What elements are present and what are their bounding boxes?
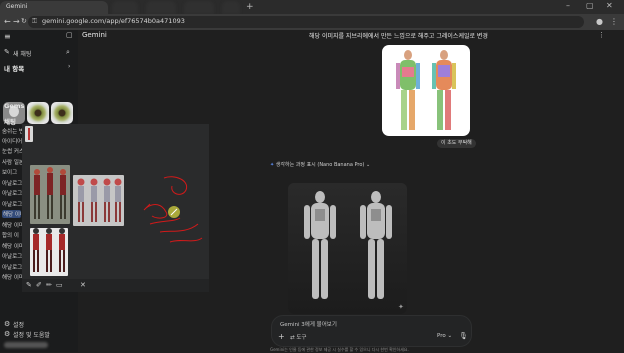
settings-icon: ⚙ xyxy=(4,320,11,328)
character-figures-image xyxy=(34,167,66,219)
help-icon: ⚙ xyxy=(4,330,11,338)
generated-image[interactable]: ✦ xyxy=(288,183,407,314)
new-tab-icon[interactable]: + xyxy=(246,2,254,12)
main-header: Gemini 해당 이미지를 지브리에에서 만든 느낌으로 해주고 그레이스케일… xyxy=(78,30,624,42)
reference-thumb-small xyxy=(25,126,33,142)
conversation-item[interactable]: 아이디어 xyxy=(2,137,22,145)
sparkle-watermark-icon: ✦ xyxy=(398,303,404,311)
browser-menu-icon[interactable]: ⋮ xyxy=(610,17,618,26)
tab-5[interactable] xyxy=(222,1,240,14)
conversation-item[interactable]: 사람 일본 xyxy=(2,158,22,166)
conversation-item[interactable]: 아날로그 xyxy=(2,252,22,260)
add-attachment-icon[interactable]: + xyxy=(278,332,285,341)
tab-gemini-title: Gemini xyxy=(6,3,28,10)
app-title[interactable]: Gemini xyxy=(82,31,107,39)
account-info xyxy=(4,342,48,348)
overlay-toolbar: ✎ ✐ ✏ ▭ ✕ xyxy=(22,279,209,292)
chevron-down-icon: ⌄ xyxy=(447,333,453,339)
user-message-chip[interactable]: 이 초도 부탁해 xyxy=(437,139,476,148)
conversation-item[interactable]: 해당 이미 xyxy=(2,273,22,281)
pen-tool-icon[interactable]: ✎ xyxy=(26,281,32,289)
more-options-icon[interactable]: ⋮ xyxy=(598,31,605,39)
prompt-composer[interactable]: Gemini 3에게 물어보기 + ⇄ 도구 Pro ⌄ 🎙 xyxy=(271,315,472,347)
gems-chevron-icon[interactable]: › xyxy=(68,102,70,109)
chevron-right-icon[interactable]: › xyxy=(68,63,70,70)
conversation-item[interactable]: 아날로그 xyxy=(2,189,22,197)
annotation-overlay[interactable]: ✎ ✐ ✏ ▭ ✕ xyxy=(22,124,209,292)
forward-icon[interactable]: → xyxy=(13,17,20,26)
tools-label: 도구 xyxy=(296,335,307,341)
tab-4[interactable] xyxy=(184,1,214,14)
grayscale-anatomy-figures: ✦ xyxy=(288,183,407,314)
close-overlay-icon[interactable]: ✕ xyxy=(80,281,86,289)
chats-heading: 채팅 xyxy=(4,118,16,126)
marker-tool-icon[interactable]: ✐ xyxy=(36,281,42,289)
settings-link[interactable]: 설정 xyxy=(13,320,24,329)
conversation-item[interactable]: 아날로그 xyxy=(2,200,22,208)
chat-title[interactable]: 해당 이미지를 지브리에에서 만든 느낌으로 해주고 그레이스케일로 변경 xyxy=(309,31,488,40)
conversation-item-selected[interactable]: 해당 이미 xyxy=(2,210,21,218)
model-thinking-toggle[interactable]: ✦ 생각하는 과정 표시 (Nano Banana Pro) ⌄ xyxy=(270,161,370,168)
conversation-item[interactable]: 보이그 xyxy=(2,168,22,176)
tab-3[interactable] xyxy=(146,1,176,14)
my-items-heading[interactable]: 내 항목 xyxy=(4,63,24,73)
character-sheet-1 xyxy=(30,165,70,224)
search-icon[interactable]: ⌕ xyxy=(66,48,70,57)
conversation-item[interactable]: 아날로그 xyxy=(2,263,22,271)
menu-icon[interactable]: ≡ xyxy=(4,32,11,41)
prompt-input[interactable]: Gemini 3에게 물어보기 xyxy=(280,320,337,328)
conversation-item[interactable]: 아날로그 xyxy=(2,179,22,187)
toggle-icon[interactable]: ▢ xyxy=(66,31,73,39)
user-uploaded-image[interactable] xyxy=(382,45,470,136)
tools-button[interactable]: ⇄ 도구 xyxy=(290,333,306,341)
conversation-item[interactable]: 숨쉬는 변혁 xyxy=(2,127,22,135)
gemini-spark-icon: ✦ xyxy=(270,162,275,168)
conversation-item[interactable]: 눈썹 커스 xyxy=(2,147,22,155)
address-bar-row: ← → ↻ ⚿ gemini.google.com/app/ef76574b0a… xyxy=(0,14,624,30)
mode-label: Pro xyxy=(437,333,446,339)
browser-tab-strip: Gemini + – ▢ ✕ xyxy=(0,0,624,14)
chevron-down-icon: ⌄ xyxy=(365,162,371,168)
reload-icon[interactable]: ↻ xyxy=(21,17,27,25)
pencil-tool-icon[interactable]: ✏ xyxy=(46,281,52,289)
profile-icon[interactable]: ● xyxy=(596,17,603,26)
model-thinking-label: 생각하는 과정 표시 (Nano Banana Pro) xyxy=(275,162,365,168)
tab-gemini[interactable]: Gemini xyxy=(0,1,108,14)
site-info-icon[interactable]: ⚿ xyxy=(32,17,37,26)
url-text: gemini.google.com/app/ef76574b0a471093 xyxy=(42,17,185,25)
conversation-item[interactable]: 합의 이 xyxy=(2,231,22,239)
character-figures-image xyxy=(33,228,65,272)
character-sheet-3 xyxy=(30,228,68,276)
conversation-item[interactable]: 해당 이미 xyxy=(2,242,22,250)
new-chat-button[interactable]: 새 채팅 xyxy=(13,49,31,58)
close-window-icon[interactable]: ✕ xyxy=(606,1,613,10)
gems-heading[interactable]: Gems xyxy=(4,102,24,110)
url-field[interactable]: ⚿ gemini.google.com/app/ef76574b0a471093 xyxy=(28,16,584,28)
red-handwriting-annotation xyxy=(143,176,203,243)
disclaimer-text: Gemini는 인물 등에 관한 정보 제공 시 실수를 할 수 있으니 다시 … xyxy=(270,347,409,352)
tab-2[interactable] xyxy=(112,1,138,14)
conversation-item[interactable]: 해당 이미 xyxy=(2,221,22,229)
character-figures-image xyxy=(77,178,122,222)
small-figure-icon xyxy=(28,128,30,140)
item-thumb-eye-1[interactable] xyxy=(27,102,49,124)
character-sheet-2 xyxy=(73,175,124,226)
new-chat-icon: ✎ xyxy=(4,48,10,56)
back-icon[interactable]: ← xyxy=(4,17,11,26)
minimize-icon[interactable]: – xyxy=(566,1,570,10)
tools-icon: ⇄ xyxy=(290,335,295,341)
mode-selector[interactable]: Pro ⌄ xyxy=(437,333,452,339)
anatomy-color-figures xyxy=(396,50,456,130)
help-link[interactable]: 설정 및 도움말 xyxy=(13,330,50,339)
shape-tool-icon[interactable]: ▭ xyxy=(56,281,63,289)
maximize-icon[interactable]: ▢ xyxy=(586,1,594,10)
microphone-icon[interactable]: 🎙 xyxy=(459,332,468,340)
